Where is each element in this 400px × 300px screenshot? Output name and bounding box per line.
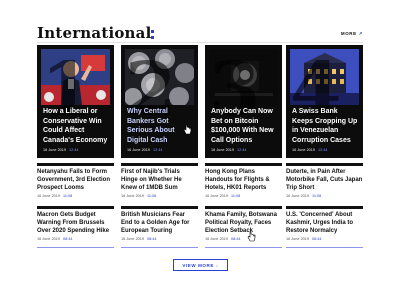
section-title: International [37, 24, 152, 42]
more-link[interactable]: MORE ↗ [341, 31, 363, 37]
story-date: 16 June 2019 11:08 [286, 194, 322, 198]
story-time: 08:44 [63, 237, 73, 241]
story-title[interactable]: Netanyahu Fails to Form Government, 3rd … [37, 168, 114, 192]
card-headline[interactable]: Anybody Can Now Bet on Bitcoin $100,000 … [211, 107, 278, 145]
story-top-rule [37, 206, 114, 209]
story-underline [205, 247, 282, 248]
story-date: 16 June 2019 11:08 [37, 194, 73, 198]
story-top-rule [205, 163, 282, 166]
story-top-rule [121, 163, 198, 166]
list-item[interactable]: Duterte, in Pain After Motorbike Fall, C… [286, 163, 363, 198]
more-label: MORE [340, 31, 357, 36]
list-item[interactable]: Netanyahu Fails to Form Government, 3rd … [37, 163, 114, 198]
story-title[interactable]: First of Najib's Trials Hinge on Whether… [121, 168, 198, 192]
story-top-rule [121, 206, 198, 209]
list-item[interactable]: First of Najib's Trials Hinge on Whether… [121, 163, 198, 198]
card-date: 16 June 2019 12:44 [292, 148, 328, 152]
list-item[interactable]: British Musicians Fear End to a Golden A… [121, 206, 198, 248]
story-date: 16 June 2019 08:44 [205, 237, 241, 241]
story-underline [37, 247, 114, 248]
card-time: 12:44 [318, 148, 328, 152]
story-underline [286, 247, 363, 248]
story-time: 11:08 [231, 194, 241, 198]
hand-cursor-icon [247, 231, 256, 242]
list-item[interactable]: Macron Gets Budget Warning From Brussels… [37, 206, 114, 248]
feature-card[interactable]: 1 How a Liberal or Conservative Win Coul… [37, 45, 114, 158]
hand-cursor-icon [183, 124, 192, 135]
story-date: 16 June 2019 11:08 [121, 194, 157, 198]
story-title[interactable]: U.S. 'Concerned' About Kashmir, Urges In… [286, 211, 363, 235]
story-time: 08:44 [147, 237, 157, 241]
card-time: 12:44 [69, 148, 79, 152]
title-accent-dot [151, 30, 154, 33]
card-time: 12:44 [153, 148, 163, 152]
story-time: 11:08 [147, 194, 157, 198]
story-top-rule [37, 163, 114, 166]
feature-card[interactable]: 4 A Swiss Bank Keeps Cropping Up in Vene… [286, 45, 363, 158]
section-header: International MORE ↗ [37, 24, 363, 44]
story-top-rule [205, 206, 282, 209]
card-date: 16 June 2019 12:44 [211, 148, 247, 152]
card-time: 12:44 [237, 148, 247, 152]
story-title[interactable]: Khama Family, Botswana Political Royalty… [205, 211, 282, 235]
card-headline[interactable]: How a Liberal or Conservative Win Could … [43, 107, 110, 145]
feature-card[interactable]: 2 Why Central Bankers Got Serious About … [121, 45, 198, 158]
story-title[interactable]: Hong Kong Plans Handouts for Flights & H… [205, 168, 282, 192]
story-top-rule [286, 163, 363, 166]
story-time: 11:08 [63, 194, 73, 198]
story-date: 16 June 2019 08:44 [121, 237, 157, 241]
list-item[interactable]: Khama Family, Botswana Political Royalty… [205, 206, 282, 248]
story-time: 08:44 [231, 237, 241, 241]
story-date: 16 June 2019 08:44 [286, 237, 322, 241]
story-title[interactable]: Duterte, in Pain After Motorbike Fall, C… [286, 168, 363, 192]
arrow-up-right-icon: ↗ [358, 31, 363, 36]
feature-card[interactable]: 3 Anybody Can Now Bet on Bitcoin $100,00… [205, 45, 282, 158]
story-title[interactable]: Macron Gets Budget Warning From Brussels… [37, 211, 114, 235]
list-item[interactable]: Hong Kong Plans Handouts for Flights & H… [205, 163, 282, 198]
card-headline[interactable]: A Swiss Bank Keeps Cropping Up in Venezu… [292, 107, 359, 145]
header-divider [37, 42, 363, 43]
story-underline [121, 247, 198, 248]
story-time: 08:44 [312, 237, 322, 241]
story-date: 16 June 2019 08:44 [37, 237, 73, 241]
story-date: 16 June 2019 11:08 [205, 194, 241, 198]
story-title[interactable]: British Musicians Fear End to a Golden A… [121, 211, 198, 235]
card-date: 16 June 2019 12:44 [127, 148, 163, 152]
list-item[interactable]: U.S. 'Concerned' About Kashmir, Urges In… [286, 206, 363, 248]
card-date: 16 June 2019 12:44 [43, 148, 79, 152]
view-more-button[interactable]: VIEW MORE ↓ [173, 259, 228, 271]
story-time: 11:08 [312, 194, 322, 198]
story-top-rule [286, 206, 363, 209]
title-accent-dot [151, 36, 154, 39]
